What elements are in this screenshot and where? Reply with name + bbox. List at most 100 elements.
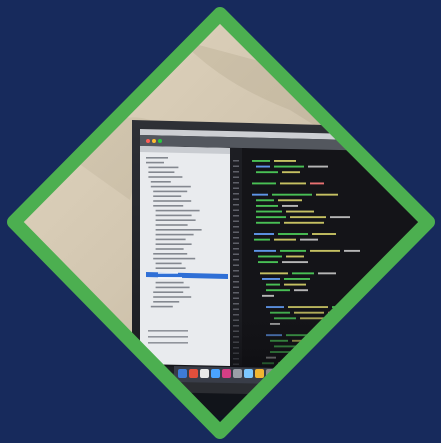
code-token xyxy=(278,199,302,202)
dock-icon xyxy=(211,369,220,378)
tree-row xyxy=(155,214,192,217)
code-token xyxy=(256,199,274,202)
code-token xyxy=(256,216,286,219)
code-token xyxy=(254,233,274,235)
line-number xyxy=(233,215,239,217)
line-number xyxy=(233,242,239,244)
line-number xyxy=(233,220,239,222)
tree-row xyxy=(155,243,192,245)
tree-row xyxy=(153,190,188,193)
tree-row xyxy=(153,200,192,202)
line-number xyxy=(233,248,239,250)
line-number xyxy=(233,275,239,277)
line-number xyxy=(233,176,239,178)
tree-row xyxy=(150,305,173,308)
code-token xyxy=(254,249,276,252)
code-token xyxy=(282,261,308,264)
tree-row xyxy=(153,205,184,207)
code-token xyxy=(344,249,360,252)
line-number xyxy=(233,281,239,283)
file-tree-icon xyxy=(140,146,230,366)
code-token xyxy=(308,165,328,168)
code-token xyxy=(262,294,274,297)
tree-row xyxy=(153,296,192,298)
code-token xyxy=(284,278,310,280)
tree-row xyxy=(155,229,202,231)
tree-row xyxy=(155,262,182,265)
tree-row xyxy=(153,291,184,293)
line-number xyxy=(233,204,239,206)
tree-row xyxy=(155,248,184,250)
code-token xyxy=(262,278,280,280)
dock-icon xyxy=(178,369,187,378)
code-token xyxy=(318,272,336,275)
tree-row xyxy=(158,277,182,279)
code-token xyxy=(292,272,314,275)
dock-icon xyxy=(244,369,253,378)
tree-row xyxy=(150,181,171,183)
tree-row xyxy=(155,219,196,221)
line-number xyxy=(233,182,239,184)
code-token xyxy=(266,289,290,292)
tree-row xyxy=(155,233,194,236)
code-token xyxy=(254,238,270,241)
tree-row xyxy=(148,171,175,173)
line-number xyxy=(233,160,239,162)
tree-row xyxy=(155,209,200,212)
line-number xyxy=(233,187,239,189)
zoom-icon xyxy=(158,139,162,143)
code-token xyxy=(256,204,278,207)
code-token xyxy=(286,210,314,213)
code-token xyxy=(260,272,288,275)
line-number xyxy=(233,193,239,195)
tree-row xyxy=(153,257,196,260)
code-token xyxy=(272,193,312,196)
code-token xyxy=(256,171,278,174)
dock-icon xyxy=(222,369,231,378)
code-token xyxy=(274,165,304,168)
code-token xyxy=(316,193,338,196)
tree-row xyxy=(155,281,184,284)
code-token xyxy=(294,289,308,292)
code-token xyxy=(290,216,326,219)
code-token xyxy=(280,249,306,252)
line-number xyxy=(233,231,239,233)
dock-icon xyxy=(189,369,198,378)
dock-icon xyxy=(255,369,264,378)
line-number xyxy=(233,237,239,239)
code-token xyxy=(274,238,296,241)
tree-row xyxy=(155,224,188,226)
code-token xyxy=(252,182,276,185)
tree-row xyxy=(153,301,180,303)
code-token xyxy=(278,233,308,235)
code-token xyxy=(284,283,306,286)
line-number xyxy=(233,264,239,266)
tree-row xyxy=(148,166,179,169)
code-token xyxy=(330,216,350,219)
line-number xyxy=(233,226,239,228)
code-token xyxy=(258,261,278,264)
tree-row xyxy=(153,195,182,197)
code-token xyxy=(282,171,300,174)
tree-row xyxy=(150,185,191,188)
photo-stage xyxy=(0,0,441,443)
tree-row xyxy=(146,157,168,159)
line-number xyxy=(233,253,239,255)
code-token xyxy=(280,182,306,185)
code-token xyxy=(256,165,270,168)
tree-row xyxy=(146,161,164,164)
code-token xyxy=(286,255,304,258)
tree-row xyxy=(155,238,186,241)
code-token xyxy=(284,221,324,224)
dock-icon xyxy=(233,369,242,378)
tree-row xyxy=(155,267,186,269)
code-token xyxy=(282,204,298,207)
code-token xyxy=(256,210,282,213)
line-number xyxy=(233,209,239,211)
code-token xyxy=(266,283,280,286)
code-token xyxy=(256,221,280,224)
tree-row xyxy=(155,286,190,289)
line-number xyxy=(233,297,239,299)
line-number xyxy=(233,198,239,200)
dock-icon xyxy=(200,369,209,378)
